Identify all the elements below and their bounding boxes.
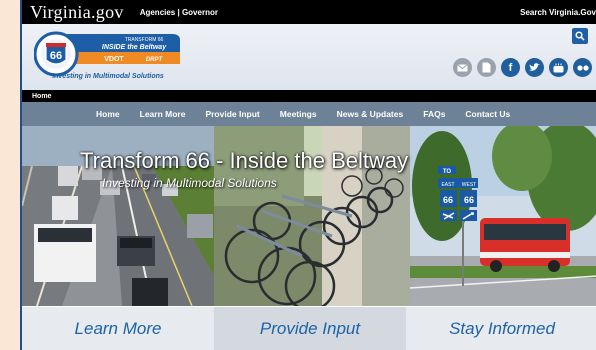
nav-meetings[interactable]: Meetings — [280, 109, 317, 119]
facebook-icon[interactable]: f — [501, 58, 520, 77]
logo-vdot: VDOT — [104, 56, 124, 63]
hero-title: Transform 66 - Inside the Beltway — [80, 148, 409, 173]
nav-news-updates[interactable]: News & Updates — [337, 109, 404, 119]
twitter-icon[interactable] — [525, 58, 544, 77]
agencies-governor-links[interactable]: Agencies | Governor — [140, 8, 218, 17]
email-icon[interactable] — [453, 58, 472, 77]
breadcrumb-home[interactable]: Home — [32, 93, 51, 100]
top-bar: Virginia.gov Agencies | Governor Search … — [22, 0, 596, 24]
main-nav: Home Learn More Provide Input Meetings N… — [22, 102, 596, 126]
virginia-gov-link[interactable]: Virginia.gov — [30, 2, 124, 23]
provide-input-tile[interactable]: Provide Input — [214, 307, 406, 350]
logo-line1: TRANSFORM 66 — [125, 37, 164, 43]
logo-drpt: DRPT — [146, 57, 164, 63]
search-button[interactable] — [572, 28, 588, 44]
youtube-icon[interactable] — [549, 58, 568, 77]
feature-tiles: Learn More Provide Input Stay Informed — [22, 307, 596, 350]
nav-learn-more[interactable]: Learn More — [140, 109, 186, 119]
hero-subtitle: Investing in Multimodal Solutions — [102, 176, 277, 190]
document-icon[interactable] — [477, 58, 496, 77]
flickr-icon[interactable] — [573, 58, 592, 77]
page-frame: Virginia.gov Agencies | Governor Search … — [20, 0, 596, 350]
search-virginia-link[interactable]: Search Virginia.Gov — [520, 8, 596, 17]
logo-line2: INSIDE the Beltway — [102, 44, 167, 51]
nav-faqs[interactable]: FAQs — [423, 109, 445, 119]
sign-west: WEST — [462, 182, 476, 188]
site-header: 66 TRANSFORM 66 INSIDE the Beltway VDOT … — [22, 24, 596, 90]
nav-contact-us[interactable]: Contact Us — [465, 109, 510, 119]
sign-route-east: 66 — [443, 195, 453, 205]
nav-home[interactable]: Home — [96, 109, 120, 119]
hero-banner: TO EAST WEST 66 66 Transform 66 - Inside… — [22, 126, 596, 306]
sign-east: EAST — [441, 182, 454, 188]
logo-tagline: Investing in Multimodal Solutions — [52, 73, 164, 80]
nav-provide-input[interactable]: Provide Input — [205, 109, 259, 119]
logo-route-number: 66 — [50, 50, 62, 62]
transform66-logo[interactable]: 66 TRANSFORM 66 INSIDE the Beltway VDOT … — [34, 30, 184, 84]
learn-more-tile[interactable]: Learn More — [22, 307, 214, 350]
search-icon — [575, 31, 585, 41]
sign-to: TO — [443, 169, 452, 175]
social-links: f — [453, 58, 592, 77]
sign-route-west: 66 — [464, 195, 474, 205]
stay-informed-tile[interactable]: Stay Informed — [406, 307, 596, 350]
breadcrumb: Home — [22, 90, 596, 102]
